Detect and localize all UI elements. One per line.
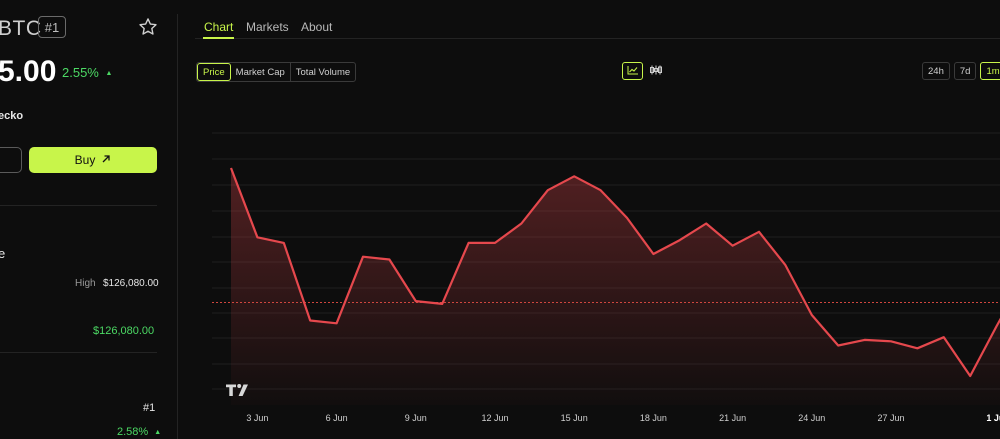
x-tick-label: 15 Jun	[561, 413, 588, 423]
price-area	[231, 168, 1000, 405]
price-chart: 3 Jun 6 Jun 9 Jun 12 Jun 15 Jun 18 Jun 21 Jun 2…	[212, 132, 1000, 423]
x-axis: 3 Jun 6 Jun 9 Jun 12 Jun 15 Jun 18 Jun 21 Jun 2…	[246, 413, 1000, 423]
x-tick-label: 18 Jun	[640, 413, 667, 423]
x-tick-label: 24 Jun	[798, 413, 825, 423]
x-tick-label: 12 Jun	[481, 413, 508, 423]
x-tick-label: 27 Jun	[877, 413, 904, 423]
x-tick-label: 21 Jun	[719, 413, 746, 423]
x-tick-label: 6 Jun	[326, 413, 348, 423]
x-tick-label: 3 Jun	[246, 413, 268, 423]
x-tick-label: 9 Jun	[405, 413, 427, 423]
x-tick-label: 1 Jul	[986, 413, 1000, 423]
